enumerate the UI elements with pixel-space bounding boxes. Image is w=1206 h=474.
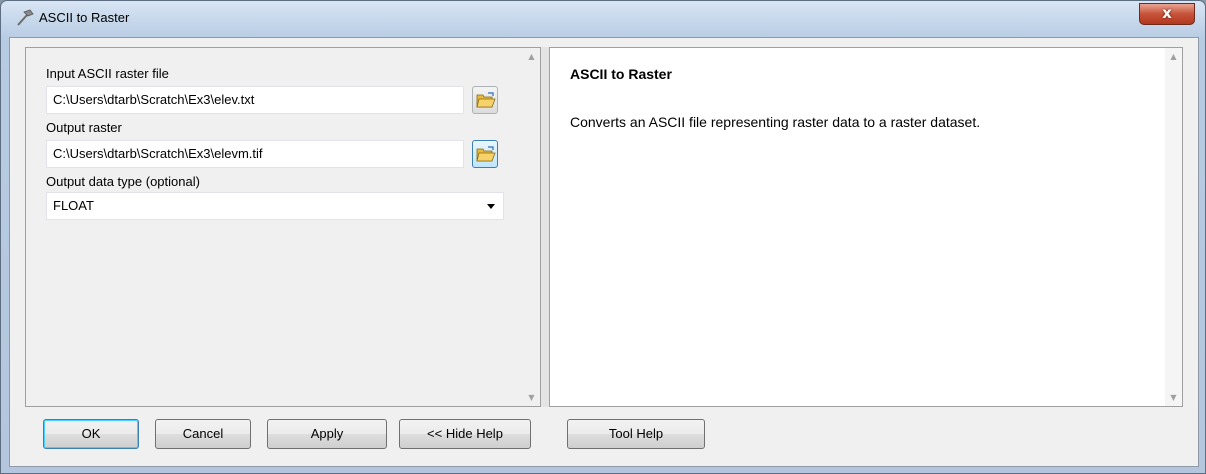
scroll-down-icon[interactable]: ▼ — [523, 389, 540, 406]
parameters-scrollbar[interactable]: ▲ ▼ — [523, 48, 540, 406]
pane-splitter[interactable] — [541, 47, 549, 407]
input-raster-label: Input ASCII raster file — [46, 66, 169, 81]
help-pane: ASCII to Raster Converts an ASCII file r… — [549, 47, 1183, 407]
title-bar[interactable]: ASCII to Raster x — [1, 1, 1205, 37]
output-raster-label: Output raster — [46, 120, 122, 135]
data-type-select[interactable]: FLOAT — [46, 192, 504, 220]
folder-icon — [476, 92, 496, 108]
help-description: Converts an ASCII file representing rast… — [570, 114, 981, 130]
scroll-up-icon[interactable]: ▲ — [1165, 48, 1182, 65]
apply-button[interactable]: Apply — [267, 419, 387, 449]
ok-button[interactable]: OK — [43, 419, 139, 449]
dialog-window: ASCII to Raster x Input ASCII raster fil… — [0, 0, 1206, 474]
data-type-value: FLOAT — [53, 198, 94, 213]
folder-icon — [476, 146, 496, 162]
parameters-pane: Input ASCII raster file C:\Users\dtarb\S… — [25, 47, 541, 407]
input-browse-button[interactable] — [472, 86, 498, 114]
help-title: ASCII to Raster — [570, 66, 672, 82]
data-type-label: Output data type (optional) — [46, 174, 200, 189]
tool-help-button[interactable]: Tool Help — [567, 419, 705, 449]
window-title: ASCII to Raster — [39, 10, 130, 25]
cancel-button[interactable]: Cancel — [155, 419, 251, 449]
hide-help-button[interactable]: << Hide Help — [399, 419, 531, 449]
output-browse-button[interactable] — [472, 140, 498, 168]
input-raster-field[interactable]: C:\Users\dtarb\Scratch\Ex3\elev.txt — [46, 86, 464, 114]
hammer-tool-icon — [17, 9, 34, 26]
scroll-down-icon[interactable]: ▼ — [1165, 389, 1182, 406]
help-scrollbar[interactable]: ▲ ▼ — [1165, 48, 1182, 406]
output-raster-field[interactable]: C:\Users\dtarb\Scratch\Ex3\elevm.tif — [46, 140, 464, 168]
close-icon: x — [1162, 4, 1172, 22]
close-button[interactable]: x — [1139, 3, 1195, 25]
scroll-up-icon[interactable]: ▲ — [523, 48, 540, 65]
dropdown-arrow-icon[interactable] — [487, 204, 495, 209]
